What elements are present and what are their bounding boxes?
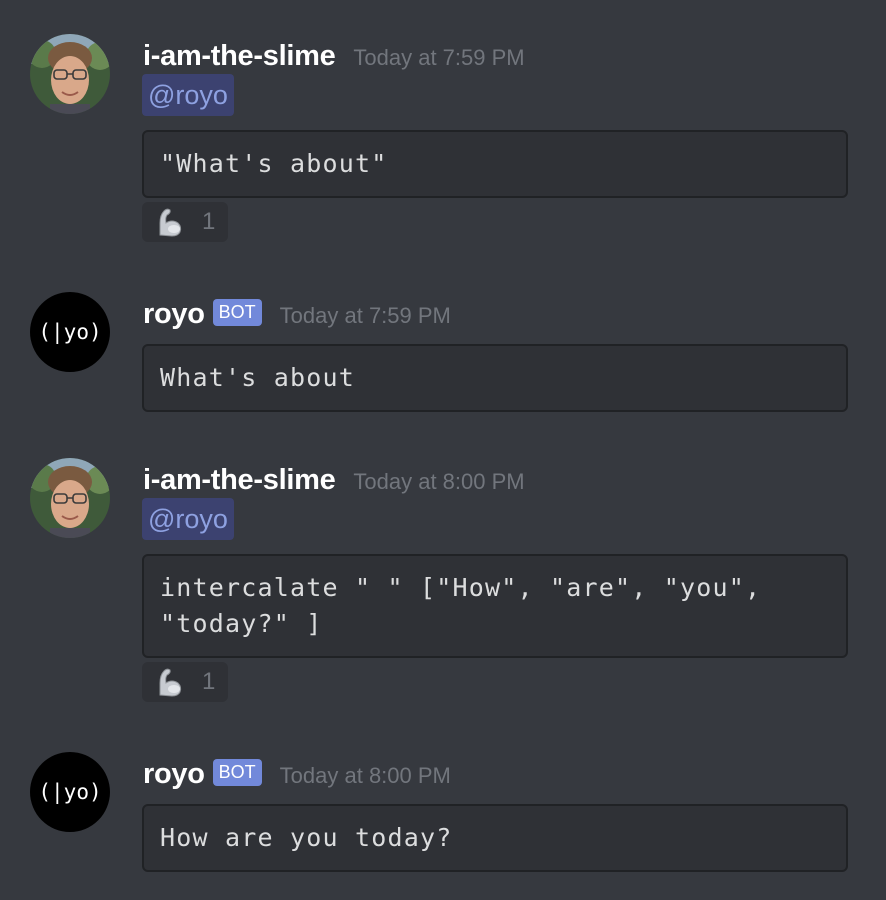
username[interactable]: royo xyxy=(143,298,205,331)
message-header: i-am-the-slime Today at 7:59 PM xyxy=(143,36,525,76)
reaction-button[interactable]: 1 xyxy=(142,202,228,242)
user-avatar[interactable] xyxy=(30,34,110,114)
user-mention[interactable]: @royo xyxy=(142,74,234,116)
user-photo-icon xyxy=(30,458,110,538)
message-header: royo BOT Today at 8:00 PM xyxy=(143,754,451,794)
user-photo-icon xyxy=(30,34,110,114)
bot-tag: BOT xyxy=(212,298,262,326)
timestamp[interactable]: Today at 8:00 PM xyxy=(353,469,524,495)
reaction-count: 1 xyxy=(202,668,216,695)
message-header: royo BOT Today at 7:59 PM xyxy=(143,294,451,334)
flexed-biceps-icon xyxy=(159,668,182,697)
code-block: "What's about" xyxy=(142,130,848,198)
code-block: intercalate " " ["How", "are", "you", "t… xyxy=(142,554,848,658)
timestamp[interactable]: Today at 8:00 PM xyxy=(280,763,451,789)
bot-avatar[interactable]: (|yo) xyxy=(30,752,110,832)
timestamp[interactable]: Today at 7:59 PM xyxy=(280,303,451,329)
bot-tag: BOT xyxy=(212,758,262,786)
bot-avatar[interactable]: (|yo) xyxy=(30,292,110,372)
username[interactable]: i-am-the-slime xyxy=(143,40,336,73)
code-block: What's about xyxy=(142,344,848,412)
message-header: i-am-the-slime Today at 8:00 PM xyxy=(143,460,525,500)
timestamp[interactable]: Today at 7:59 PM xyxy=(353,45,524,71)
user-avatar[interactable] xyxy=(30,458,110,538)
reaction-button[interactable]: 1 xyxy=(142,662,228,702)
username[interactable]: i-am-the-slime xyxy=(143,464,336,497)
reaction-count: 1 xyxy=(202,208,216,235)
bot-avatar-text: (|yo) xyxy=(38,320,102,344)
code-block: How are you today? xyxy=(142,804,848,872)
bot-avatar-text: (|yo) xyxy=(38,780,102,804)
user-mention[interactable]: @royo xyxy=(142,498,234,540)
flexed-biceps-icon xyxy=(159,208,182,237)
chat-messages: i-am-the-slime Today at 7:59 PM @royo "W… xyxy=(0,0,886,900)
username[interactable]: royo xyxy=(143,758,205,791)
